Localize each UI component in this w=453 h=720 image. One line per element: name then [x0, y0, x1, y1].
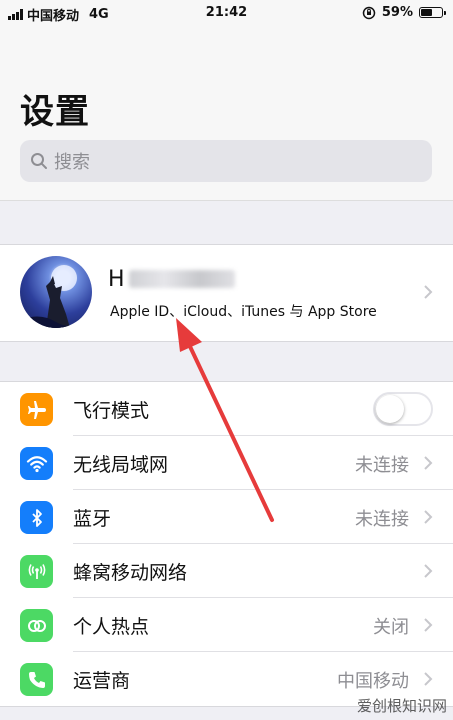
chevron-right-icon: [424, 618, 433, 632]
settings-row-value: 未连接: [355, 455, 409, 476]
battery-icon: [419, 7, 446, 18]
hotspot-icon: [20, 609, 53, 642]
bluetooth-icon: [20, 501, 53, 534]
settings-row-label: 蜂窝移动网络: [73, 562, 188, 584]
settings-row-label: 飞行模式: [73, 400, 150, 422]
settings-row-cellular[interactable]: 蜂窝移动网络: [0, 544, 453, 598]
settings-header: 设置 搜索: [0, 26, 453, 201]
battery-percent: 59%: [381, 5, 413, 20]
settings-row-personal-hotspot[interactable]: 个人热点 关闭: [0, 598, 453, 652]
settings-row-wifi[interactable]: 无线局域网 未连接: [0, 436, 453, 490]
profile-name: H: [108, 267, 235, 292]
wifi-icon: [20, 447, 53, 480]
redacted-name: [128, 270, 235, 288]
status-bar: 中国移动 4G 21:42 59%: [0, 0, 453, 26]
orientation-lock-icon: [362, 6, 376, 19]
settings-row-airplane-mode[interactable]: 飞行模式: [0, 382, 453, 436]
chevron-right-icon: [424, 510, 433, 524]
watermark: 爱创根知识网: [356, 697, 447, 715]
settings-row-label: 蓝牙: [73, 508, 112, 530]
settings-row-value: 中国移动: [337, 671, 409, 692]
settings-row-label: 个人热点: [73, 616, 150, 638]
search-input[interactable]: 搜索: [20, 140, 432, 182]
profile-name-initial: H: [108, 267, 125, 292]
chevron-right-icon: [424, 564, 433, 578]
settings-row-value: 关闭: [373, 617, 409, 638]
settings-row-label: 无线局域网: [73, 454, 169, 476]
avatar: [20, 256, 92, 328]
search-icon: [31, 153, 47, 169]
settings-list: 飞行模式 无线局域网 未连接 蓝牙 未连接 蜂窝移动网络 个人热点 关闭 运营商…: [0, 381, 453, 707]
settings-row-label: 运营商: [73, 670, 131, 692]
chevron-right-icon: [424, 672, 433, 686]
airplane-mode-toggle[interactable]: [373, 392, 433, 426]
cellular-icon: [20, 555, 53, 588]
search-placeholder: 搜索: [54, 152, 90, 173]
page-title: 设置: [20, 92, 90, 132]
chevron-right-icon: [424, 285, 433, 299]
airplane-icon: [20, 393, 53, 426]
apple-id-subtitle: Apple ID、iCloud、iTunes 与 App Store: [110, 304, 377, 320]
settings-row-bluetooth[interactable]: 蓝牙 未连接: [0, 490, 453, 544]
apple-id-row[interactable]: H Apple ID、iCloud、iTunes 与 App Store: [0, 244, 453, 342]
chevron-right-icon: [424, 456, 433, 470]
phone-icon: [20, 663, 53, 696]
settings-row-value: 未连接: [355, 509, 409, 530]
